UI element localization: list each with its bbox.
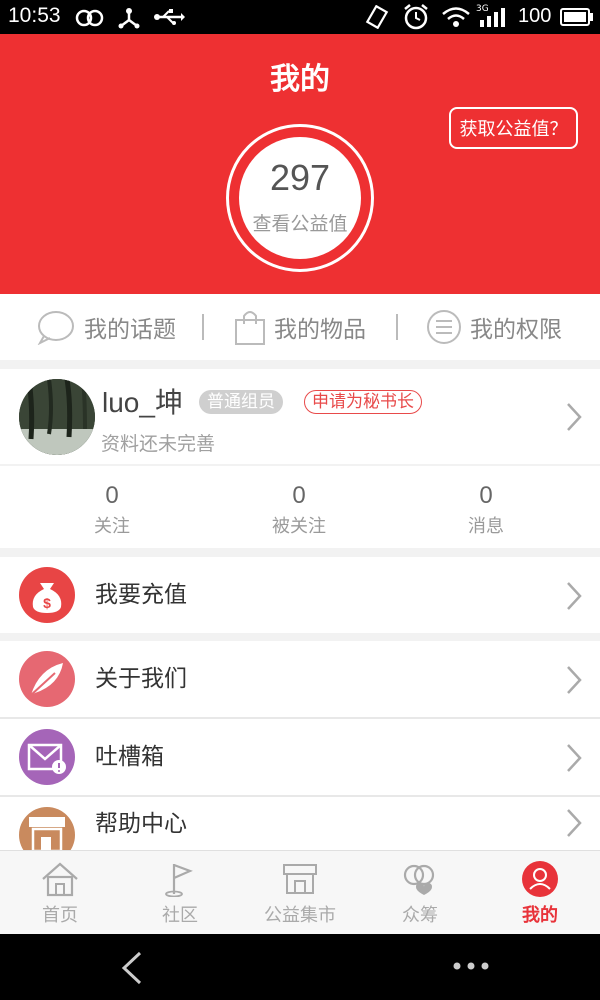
apply-secretary-badge[interactable]: 申请为秘书长 — [304, 390, 422, 414]
menu-item-feedback[interactable]: 吐槽箱 — [0, 719, 600, 795]
menu-item-help-label: 帮助中心 — [95, 811, 187, 837]
alarm-icon — [404, 4, 428, 30]
vibrate-icon — [365, 5, 389, 29]
nav-charity-market-label: 公益集市 — [264, 905, 336, 926]
battery-icon — [560, 8, 593, 26]
crowdfund-icon — [403, 864, 435, 895]
chevron-right-icon — [567, 809, 582, 837]
profile-header: 我的 获取公益值？ 297 查看公益值 — [0, 34, 600, 294]
stat-messages-value: 0 — [479, 482, 493, 509]
chevron-right-icon — [567, 582, 582, 610]
menu-item-about[interactable]: 关于我们 — [0, 641, 600, 717]
nav-home[interactable]: 首页 — [0, 851, 120, 935]
stats-row: 0 关注 0 被关注 0 消息 — [0, 466, 600, 548]
link-rings-icon — [75, 9, 104, 27]
chevron-right-icon — [567, 666, 582, 694]
user-icon — [522, 861, 558, 897]
nav-community[interactable]: 社区 — [120, 851, 240, 935]
shopping-bag-icon — [235, 311, 265, 345]
points-value: 297 — [269, 157, 331, 198]
menu-item-recharge-label: 我要充值 — [95, 582, 187, 608]
signal-icon — [480, 8, 505, 27]
nav-mine-label: 我的 — [522, 905, 558, 926]
stat-followers-label: 被关注 — [272, 516, 326, 537]
avatar-image — [19, 379, 95, 455]
back-icon[interactable] — [118, 950, 146, 986]
mailbox-alert-icon — [19, 729, 75, 785]
chat-bubble-icon — [37, 311, 74, 345]
money-bag-icon: $ — [19, 567, 75, 623]
points-label: 查看公益值 — [252, 213, 348, 235]
nav-crowdfund-label: 众筹 — [402, 905, 438, 926]
svg-text:$: $ — [43, 595, 51, 611]
points-circle[interactable]: 297 查看公益值 — [226, 124, 374, 272]
nav-home-label: 首页 — [42, 905, 78, 926]
tab-my-permissions-label: 我的权限 — [470, 317, 562, 343]
stat-messages-label: 消息 — [468, 516, 504, 537]
chevron-right-icon — [567, 744, 582, 772]
usb-icon — [154, 9, 185, 25]
stat-followers-value: 0 — [292, 482, 306, 509]
nav-crowdfund[interactable]: 众筹 — [360, 851, 480, 935]
menu-item-about-label: 关于我们 — [95, 666, 187, 692]
tab-my-topics[interactable]: 我的话题 — [36, 294, 176, 360]
feather-icon — [19, 651, 75, 707]
get-points-button[interactable]: 获取公益值？ — [449, 107, 578, 149]
my-tabs: 我的话题 我的物品 我的权限 — [0, 294, 600, 360]
system-navigation-bar — [0, 934, 600, 1000]
wifi-icon — [442, 7, 470, 27]
home-icon — [42, 862, 78, 897]
tab-my-items-label: 我的物品 — [274, 317, 366, 343]
tab-my-items[interactable]: 我的物品 — [234, 294, 366, 360]
profile-incomplete-text: 资料还未完善 — [101, 433, 216, 455]
stat-messages[interactable]: 0 消息 — [386, 466, 586, 538]
stat-following-label: 关注 — [94, 516, 130, 537]
status-bar: 10:53 3G 100 — [0, 0, 600, 34]
stat-following[interactable]: 0 关注 — [12, 466, 212, 538]
points-inner-circle: 297 查看公益值 — [239, 137, 361, 259]
page-title: 我的 — [270, 62, 330, 97]
market-icon — [283, 864, 317, 894]
nav-mine[interactable]: 我的 — [480, 851, 600, 935]
role-badge: 普通组员 — [199, 390, 283, 414]
username: luo_坤 — [102, 387, 183, 418]
tab-my-topics-label: 我的话题 — [84, 317, 176, 343]
list-circle-icon — [427, 310, 461, 344]
tab-separator — [396, 314, 398, 340]
nav-community-label: 社区 — [162, 905, 198, 926]
menu-item-help[interactable]: 帮助中心 — [0, 797, 600, 850]
stat-followers[interactable]: 0 被关注 — [199, 466, 399, 538]
battery-percent: 100 — [518, 5, 552, 27]
nav-charity-market[interactable]: 公益集市 — [240, 851, 360, 935]
usb-debug-icon — [118, 8, 140, 29]
tab-separator — [202, 314, 204, 340]
profile-row[interactable]: luo_坤 普通组员 申请为秘书长 资料还未完善 — [0, 369, 600, 464]
more-icon[interactable] — [452, 960, 490, 972]
stat-following-value: 0 — [105, 482, 119, 509]
menu-item-recharge[interactable]: $ 我要充值 — [0, 557, 600, 633]
bottom-tab-bar: 首页 社区 公益集市 众筹 我的 — [0, 850, 600, 934]
menu-item-feedback-label: 吐槽箱 — [95, 744, 164, 770]
status-time: 10:53 — [8, 4, 61, 27]
flag-icon — [165, 863, 193, 897]
storefront-icon — [19, 807, 75, 850]
avatar[interactable] — [19, 379, 95, 455]
chevron-right-icon — [567, 403, 582, 431]
tab-my-permissions[interactable]: 我的权限 — [426, 294, 562, 360]
